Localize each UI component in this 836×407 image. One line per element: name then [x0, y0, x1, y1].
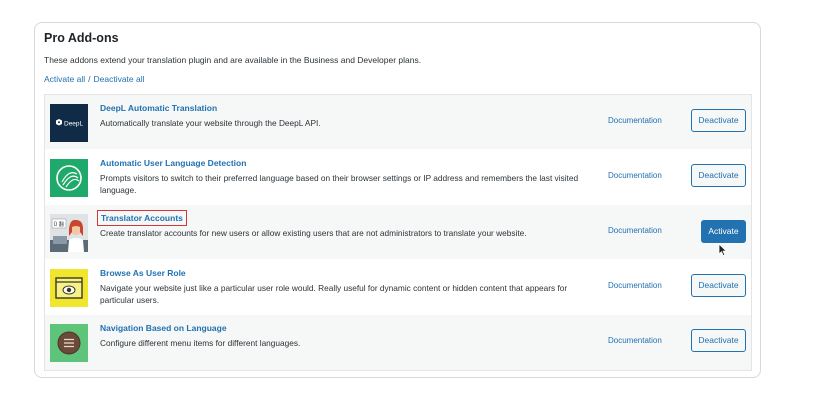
activate-button[interactable]: Activate [701, 220, 746, 243]
mouse-cursor-icon [718, 243, 728, 257]
addon-row-deepl: DeepL DeepL Automatic Translation Automa… [45, 95, 751, 150]
addon-name[interactable]: DeepL Automatic Translation [100, 103, 217, 113]
translator-logo-text: Ü 翻 [54, 221, 64, 228]
deepl-logo-text: DeepL [64, 121, 84, 128]
addon-list: DeepL DeepL Automatic Translation Automa… [44, 94, 752, 371]
pro-addons-panel: Pro Add-ons These addons extend your tra… [34, 22, 761, 378]
language-detection-icon [50, 159, 88, 197]
addon-row-navigation-language: Navigation Based on Language Configure d… [45, 315, 751, 370]
addon-row-language-detection: Automatic User Language Detection Prompt… [45, 150, 751, 205]
navigation-menu-icon [50, 324, 88, 362]
translator-accounts-icon: Ü 翻 [50, 214, 88, 252]
addon-row-translator-accounts: Ü 翻 Translator Accounts Create translato… [45, 205, 751, 260]
addon-description: Navigate your website just like a partic… [100, 283, 568, 305]
deactivate-button[interactable]: Deactivate [691, 164, 746, 187]
deactivate-all-link[interactable]: Deactivate all [93, 74, 144, 84]
activate-all-link[interactable]: Activate all [44, 74, 85, 84]
addon-name[interactable]: Navigation Based on Language [100, 323, 227, 333]
documentation-link[interactable]: Documentation [608, 116, 662, 125]
bulk-actions: Activate all / Deactivate all [44, 74, 145, 84]
documentation-link[interactable]: Documentation [608, 226, 662, 235]
addon-description: Automatically translate your website thr… [100, 118, 321, 128]
addon-description: Configure different menu items for diffe… [100, 338, 301, 348]
deactivate-button[interactable]: Deactivate [691, 274, 746, 297]
addon-description: Prompts visitors to switch to their pref… [100, 173, 579, 195]
addon-description: Create translator accounts for new users… [100, 228, 527, 238]
browse-as-role-icon [50, 269, 88, 307]
documentation-link[interactable]: Documentation [608, 336, 662, 345]
panel-title: Pro Add-ons [44, 31, 119, 45]
addon-name[interactable]: Browse As User Role [100, 268, 186, 278]
addon-row-browse-as-role: Browse As User Role Navigate your websit… [45, 260, 751, 315]
documentation-link[interactable]: Documentation [608, 171, 662, 180]
deepl-logo-icon: DeepL [50, 104, 88, 142]
documentation-link[interactable]: Documentation [608, 281, 662, 290]
deactivate-button[interactable]: Deactivate [691, 109, 746, 132]
bulk-separator: / [88, 74, 91, 84]
deactivate-button[interactable]: Deactivate [691, 329, 746, 352]
panel-description: These addons extend your translation plu… [44, 55, 422, 65]
addon-name[interactable]: Translator Accounts [97, 210, 187, 226]
addon-name[interactable]: Automatic User Language Detection [100, 158, 246, 168]
